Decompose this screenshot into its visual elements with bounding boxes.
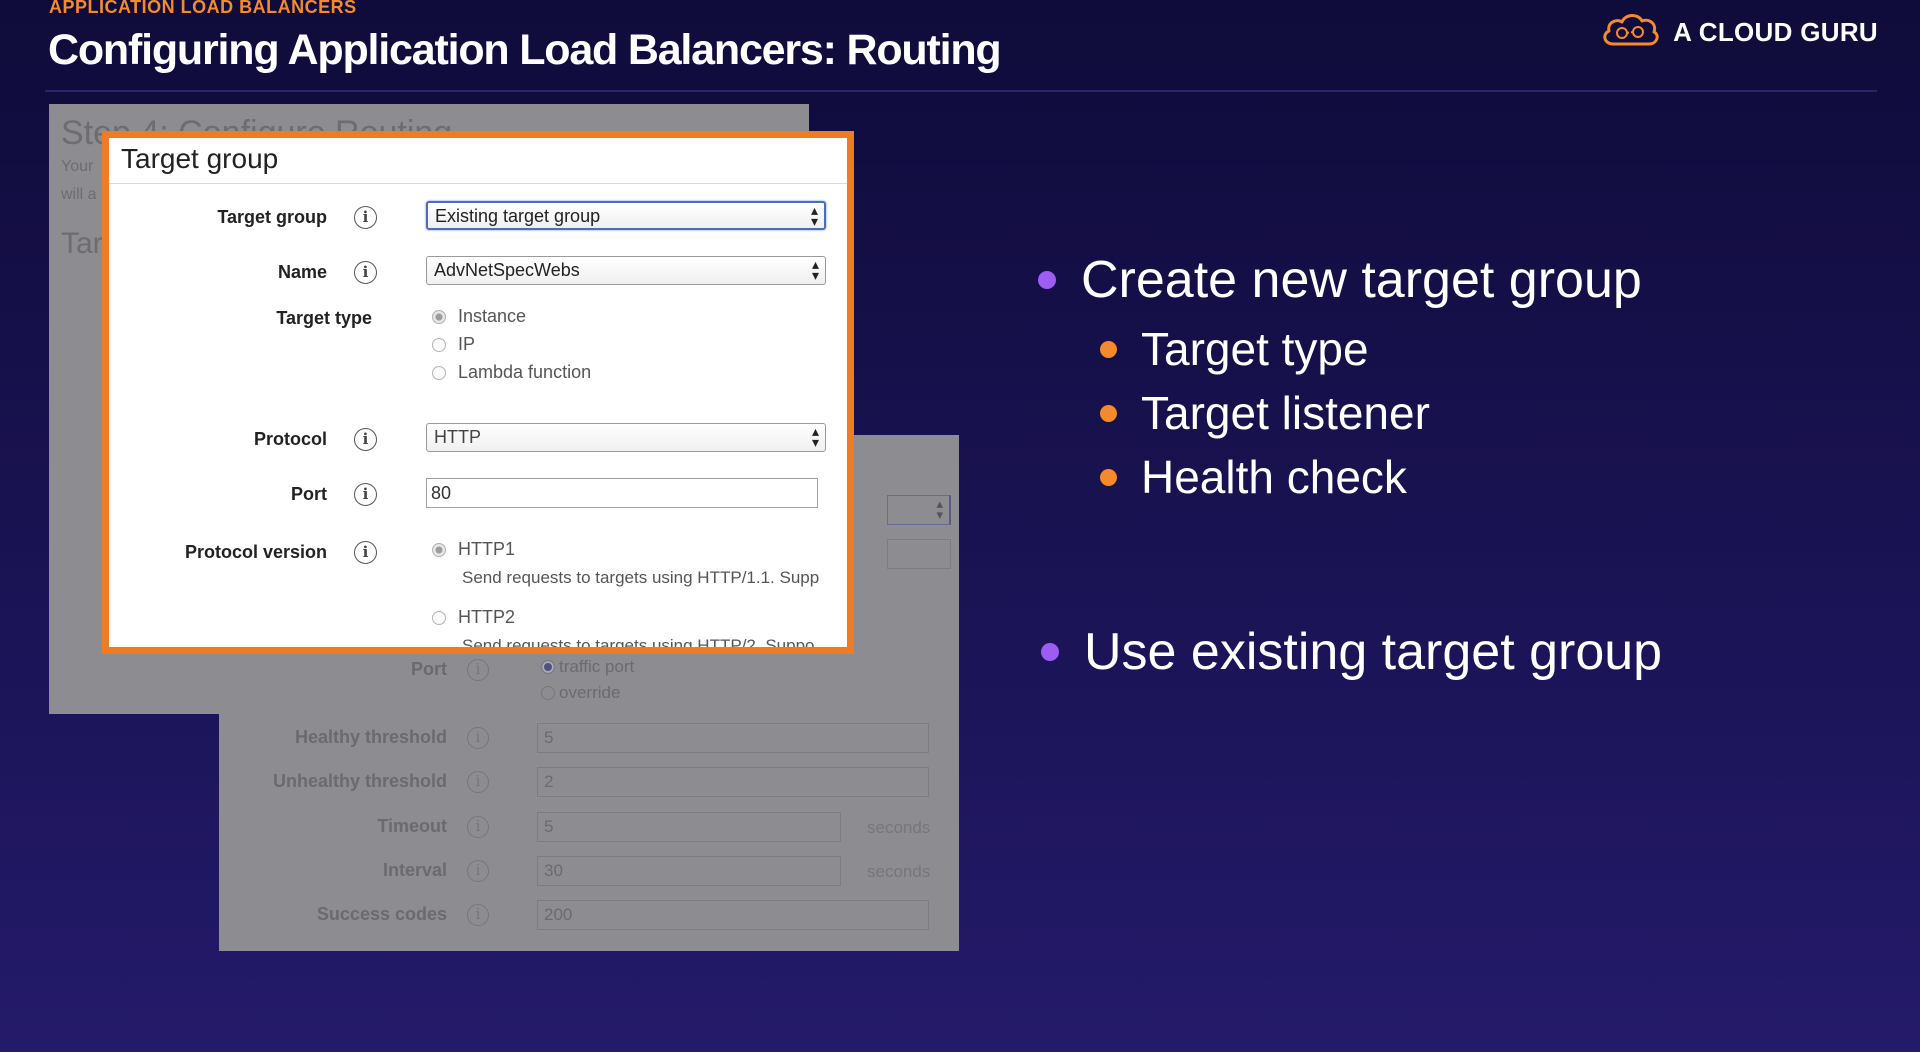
- radio-icon: [541, 686, 555, 700]
- form-header: Target group: [109, 138, 847, 184]
- background-input: [887, 539, 951, 569]
- protocol-select[interactable]: HTTP ▴ ▾: [426, 423, 826, 452]
- info-icon: i: [467, 771, 489, 793]
- info-icon[interactable]: i: [354, 261, 377, 284]
- background-radio-override: override: [541, 683, 620, 703]
- target-group-form-callout: Target group Target group i Existing tar…: [102, 131, 854, 654]
- background-row-port: Port i traffic port override: [219, 655, 959, 702]
- info-icon: i: [467, 659, 489, 681]
- background-label: Healthy threshold: [294, 727, 447, 747]
- brand-logo: A CLOUD GURU: [1599, 10, 1878, 55]
- info-icon[interactable]: i: [354, 206, 377, 229]
- radio-selected-icon: [432, 309, 446, 324]
- bullet-target-type: Target type: [1100, 322, 1369, 376]
- protocol-version-label: Protocol version: [184, 542, 327, 562]
- background-row-timeout: Timeout i 5 seconds: [219, 812, 959, 842]
- background-label: Unhealthy threshold: [272, 771, 447, 791]
- background-label: Success codes: [316, 904, 447, 924]
- background-row-success-codes: Success codes i 200: [219, 900, 959, 930]
- background-field: 5: [537, 812, 841, 842]
- background-label: Interval: [382, 860, 447, 880]
- radio-label: override: [559, 683, 621, 702]
- select-value: HTTP: [434, 427, 481, 447]
- port-label: Port: [291, 484, 327, 504]
- name-label: Name: [277, 262, 327, 282]
- target-type-label: Target type: [276, 308, 372, 328]
- section-eyebrow: APPLICATION LOAD BALANCERS: [49, 0, 357, 17]
- http2-help-text: Send requests to targets using HTTP/2. S…: [462, 636, 815, 654]
- background-field: 2: [537, 767, 929, 797]
- info-icon: i: [467, 860, 489, 882]
- header-divider: [45, 90, 1877, 92]
- http1-help-text: Send requests to targets using HTTP/1.1.…: [462, 568, 820, 587]
- radio-label: HTTP2: [458, 607, 516, 627]
- radio-icon: [432, 337, 446, 352]
- background-label: Timeout: [377, 816, 447, 836]
- background-row-unhealthy-threshold: Unhealthy threshold i 2: [219, 767, 959, 797]
- bullet-text: Create new target group: [1081, 251, 1642, 309]
- background-label: Port: [411, 659, 447, 679]
- info-icon[interactable]: i: [354, 541, 377, 564]
- bullet-create-new-target-group: Create new target group: [1038, 250, 1642, 310]
- background-unit: seconds: [867, 862, 931, 881]
- bullet-dot-icon: [1100, 340, 1117, 358]
- background-row-interval: Interval i 30 seconds: [219, 856, 959, 886]
- cloud-logo-icon: [1599, 10, 1661, 55]
- bullet-dot-icon: [1041, 643, 1059, 661]
- bullet-text: Target type: [1141, 323, 1369, 375]
- background-unit: seconds: [867, 818, 931, 837]
- background-field: 200: [537, 900, 929, 930]
- brand-name: A CLOUD GURU: [1673, 17, 1878, 47]
- radio-ip[interactable]: IP: [432, 334, 475, 355]
- radio-http1[interactable]: HTTP1: [432, 539, 515, 560]
- background-field: 30: [537, 856, 841, 886]
- bullet-text: Use existing target group: [1084, 623, 1663, 681]
- bullet-dot-icon: [1100, 468, 1117, 486]
- background-field: 5: [537, 723, 929, 753]
- radio-lambda-function[interactable]: Lambda function: [432, 362, 591, 383]
- bullet-target-listener: Target listener: [1100, 386, 1430, 440]
- info-icon[interactable]: i: [354, 428, 377, 451]
- bullet-text: Health check: [1141, 451, 1407, 503]
- port-input[interactable]: 80: [426, 478, 818, 508]
- bullet-text: Target listener: [1141, 387, 1430, 439]
- background-select: ▴ ▾: [887, 495, 951, 525]
- bullet-dot-icon: [1038, 271, 1056, 289]
- select-arrows-icon: ▴ ▾: [811, 423, 819, 450]
- info-icon: i: [467, 727, 489, 749]
- background-radio-traffic-port: traffic port: [541, 657, 634, 677]
- target-group-select[interactable]: Existing target group ▴ ▾: [426, 201, 826, 230]
- background-section-title: Tar: [61, 227, 103, 260]
- select-arrows-icon: ▴ ▾: [810, 202, 818, 229]
- select-arrows-icon: ▴ ▾: [811, 256, 819, 283]
- radio-icon: [432, 365, 446, 380]
- radio-icon: [432, 610, 446, 625]
- info-icon: i: [467, 904, 489, 926]
- select-value: Existing target group: [435, 206, 601, 226]
- select-value: AdvNetSpecWebs: [434, 260, 580, 280]
- radio-label: traffic port: [559, 657, 635, 676]
- radio-label: Lambda function: [458, 362, 592, 382]
- bullet-dot-icon: [1100, 404, 1117, 422]
- radio-label: IP: [458, 334, 476, 354]
- bullet-health-check: Health check: [1100, 450, 1407, 504]
- radio-label: Instance: [458, 306, 527, 326]
- protocol-label: Protocol: [253, 429, 327, 449]
- name-select[interactable]: AdvNetSpecWebs ▴ ▾: [426, 256, 826, 285]
- form-heading: Target group: [121, 143, 279, 174]
- slide-title: Configuring Application Load Balancers: …: [48, 26, 1002, 74]
- radio-label: HTTP1: [458, 539, 516, 559]
- info-icon: i: [467, 816, 489, 838]
- info-icon[interactable]: i: [354, 483, 377, 506]
- radio-instance[interactable]: Instance: [432, 306, 526, 327]
- radio-selected-icon: [432, 542, 446, 557]
- radio-selected-icon: [541, 660, 555, 674]
- target-group-label: Target group: [217, 207, 327, 227]
- radio-http2[interactable]: HTTP2: [432, 607, 515, 628]
- background-text-line: Your: [61, 158, 94, 175]
- background-row-healthy-threshold: Healthy threshold i 5: [219, 723, 959, 753]
- bullet-use-existing-target-group: Use existing target group: [1041, 622, 1662, 682]
- background-text-line: will a: [61, 186, 97, 203]
